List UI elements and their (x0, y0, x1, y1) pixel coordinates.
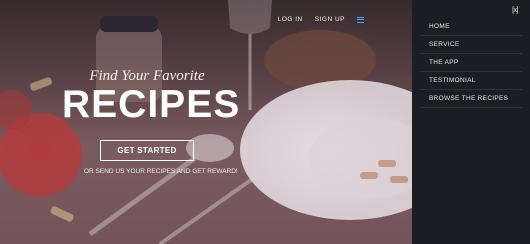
signup-link[interactable]: SIGN UP (315, 16, 345, 23)
menu-item-home[interactable]: HOME (420, 18, 522, 36)
close-menu-button[interactable]: [x] (512, 7, 518, 14)
menu-item-browse-recipes[interactable]: BROWSE THE RECIPES (420, 90, 522, 108)
hamburger-menu-icon[interactable] (357, 16, 364, 23)
hero-headline: RECIPES (62, 83, 241, 126)
side-menu-list: HOME SERVICE THE APP TESTIMONIAL BROWSE … (420, 18, 522, 108)
hero-section: LOG IN SIGN UP Find Your Favorite RECIPE… (0, 0, 412, 244)
top-nav: LOG IN SIGN UP (278, 16, 364, 23)
login-link[interactable]: LOG IN (278, 16, 303, 23)
menu-item-service[interactable]: SERVICE (420, 36, 522, 54)
menu-item-testimonial[interactable]: TESTIMONIAL (420, 72, 522, 90)
hero-subtext-link[interactable]: OR SEND US YOUR RECIPES AND GET REWARD! (84, 168, 238, 175)
get-started-button[interactable]: GET STARTED (100, 140, 194, 161)
side-menu: [x] HOME SERVICE THE APP TESTIMONIAL BRO… (412, 0, 530, 244)
menu-item-the-app[interactable]: THE APP (420, 54, 522, 72)
hero-content: Find Your Favorite RECIPES GET STARTED (62, 68, 241, 161)
